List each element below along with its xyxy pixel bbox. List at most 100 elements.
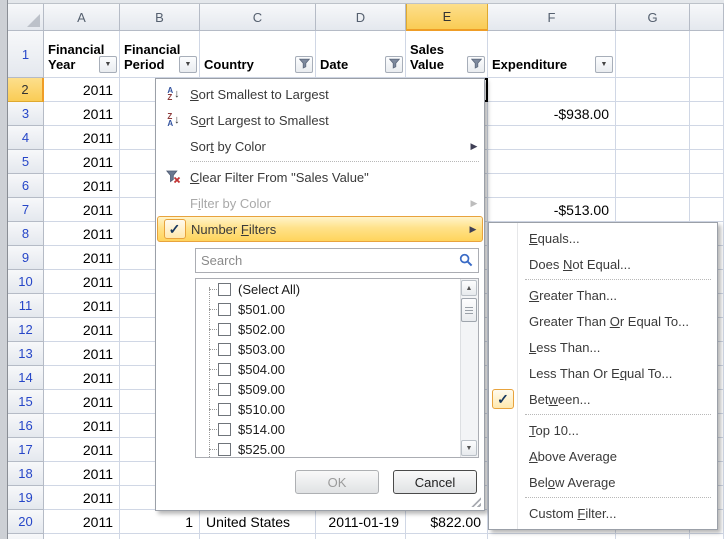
- row-header-9[interactable]: 9: [8, 246, 44, 270]
- cell-A19[interactable]: 2011: [44, 486, 120, 510]
- filter-value-item[interactable]: $514.00: [196, 419, 478, 439]
- filter-value-item[interactable]: $501.00: [196, 299, 478, 319]
- column-header-C[interactable]: C: [200, 4, 316, 31]
- cell-E20[interactable]: $822.00: [406, 510, 488, 534]
- submenu-item-custom-filter[interactable]: Custom Filter...: [489, 500, 717, 526]
- filter-value-item[interactable]: $525.00: [196, 439, 478, 458]
- submenu-item-greater-than[interactable]: Greater Than...: [489, 282, 717, 308]
- cell-A3[interactable]: 2011: [44, 102, 120, 126]
- cell-A7[interactable]: 2011: [44, 198, 120, 222]
- cell-3[interactable]: [690, 102, 724, 126]
- value-checkbox[interactable]: [218, 383, 231, 396]
- row-header-8[interactable]: 8: [8, 222, 44, 246]
- cell-G3[interactable]: [616, 102, 690, 126]
- scroll-down-icon[interactable]: ▼: [461, 440, 477, 456]
- row-header-12[interactable]: 12: [8, 318, 44, 342]
- search-input[interactable]: [195, 248, 479, 273]
- scrollbar-thumb[interactable]: [461, 298, 477, 322]
- cell-7[interactable]: [690, 198, 724, 222]
- submenu-item-greater-than-or-equal-to[interactable]: Greater Than Or Equal To...: [489, 308, 717, 334]
- row-header-5[interactable]: 5: [8, 150, 44, 174]
- filter-dropdown-button[interactable]: ▼: [99, 56, 117, 73]
- row-header-19[interactable]: 19: [8, 486, 44, 510]
- filter-applied-button[interactable]: [295, 56, 313, 73]
- scroll-up-icon[interactable]: ▲: [461, 280, 477, 296]
- row-header-13[interactable]: 13: [8, 342, 44, 366]
- submenu-item-above-average[interactable]: Above Average: [489, 443, 717, 469]
- filter-dropdown-button[interactable]: ▼: [179, 56, 197, 73]
- cell-A9[interactable]: 2011: [44, 246, 120, 270]
- row-header-15[interactable]: 15: [8, 390, 44, 414]
- cell-A11[interactable]: 2011: [44, 294, 120, 318]
- column-header-F[interactable]: F: [488, 4, 616, 31]
- submenu-item-less-than[interactable]: Less Than...: [489, 334, 717, 360]
- cell-A6[interactable]: 2011: [44, 174, 120, 198]
- cell-A17[interactable]: 2011: [44, 438, 120, 462]
- row-header-7[interactable]: 7: [8, 198, 44, 222]
- row-header-14[interactable]: 14: [8, 366, 44, 390]
- cell-A16[interactable]: 2011: [44, 414, 120, 438]
- value-checkbox[interactable]: [218, 343, 231, 356]
- filter-value-item[interactable]: $503.00: [196, 339, 478, 359]
- filter-value-item[interactable]: $504.00: [196, 359, 478, 379]
- submenu-item-top-10[interactable]: Top 10...: [489, 417, 717, 443]
- filter-applied-button[interactable]: [467, 56, 485, 73]
- value-checkbox[interactable]: [218, 363, 231, 376]
- submenu-item-between[interactable]: ✓Between...: [489, 386, 717, 412]
- menu-item-sort-by-color[interactable]: Sort by Color▶: [157, 133, 483, 159]
- cell-G4[interactable]: [616, 126, 690, 150]
- cell-A8[interactable]: 2011: [44, 222, 120, 246]
- filter-applied-button[interactable]: [385, 56, 403, 73]
- menu-item-number-filters[interactable]: ✓Number Filters▶: [157, 216, 483, 242]
- cell-A13[interactable]: 2011: [44, 342, 120, 366]
- cell-F5[interactable]: [488, 150, 616, 174]
- list-scrollbar[interactable]: ▲ ▼: [460, 279, 478, 457]
- row-header-3[interactable]: 3: [8, 102, 44, 126]
- cell-G5[interactable]: [616, 150, 690, 174]
- submenu-item-does-not-equal[interactable]: Does Not Equal...: [489, 251, 717, 277]
- row-header-11[interactable]: 11: [8, 294, 44, 318]
- cell-A18[interactable]: 2011: [44, 462, 120, 486]
- cell-G2[interactable]: [616, 78, 690, 102]
- submenu-item-below-average[interactable]: Below Average: [489, 469, 717, 495]
- column-header-B[interactable]: B: [120, 4, 200, 31]
- row-header-6[interactable]: 6: [8, 174, 44, 198]
- row-header-10[interactable]: 10: [8, 270, 44, 294]
- filter-value-item[interactable]: $509.00: [196, 379, 478, 399]
- cell-5[interactable]: [690, 150, 724, 174]
- row-header-17[interactable]: 17: [8, 438, 44, 462]
- menu-item-filter-by-color[interactable]: Filter by Color▶: [157, 190, 483, 216]
- cell-A14[interactable]: 2011: [44, 366, 120, 390]
- cell-A4[interactable]: 2011: [44, 126, 120, 150]
- cell-B20[interactable]: 1: [120, 510, 200, 534]
- menu-item-sort-largest-to-smallest[interactable]: ZA↓Sort Largest to Smallest: [157, 107, 483, 133]
- cell-F6[interactable]: [488, 174, 616, 198]
- column-header-partial[interactable]: [690, 4, 724, 31]
- cell-4[interactable]: [690, 126, 724, 150]
- cell-F3[interactable]: -$938.00: [488, 102, 616, 126]
- column-header-E[interactable]: E: [406, 4, 488, 31]
- cell-G7[interactable]: [616, 198, 690, 222]
- value-checkbox[interactable]: [218, 283, 231, 296]
- value-checkbox[interactable]: [218, 323, 231, 336]
- cell-A2[interactable]: 2011: [44, 78, 120, 102]
- cell-A5[interactable]: 2011: [44, 150, 120, 174]
- cell-2[interactable]: [690, 78, 724, 102]
- cell-F4[interactable]: [488, 126, 616, 150]
- menu-item-sort-smallest-to-largest[interactable]: AZ↓Sort Smallest to Largest: [157, 81, 483, 107]
- cell-A15[interactable]: 2011: [44, 390, 120, 414]
- row-header-2[interactable]: 2: [8, 78, 44, 102]
- row-header-18[interactable]: 18: [8, 462, 44, 486]
- submenu-item-less-than-or-equal-to[interactable]: Less Than Or Equal To...: [489, 360, 717, 386]
- cell-F2[interactable]: [488, 78, 616, 102]
- value-checkbox[interactable]: [218, 303, 231, 316]
- cancel-button[interactable]: Cancel: [393, 470, 477, 494]
- filter-dropdown-button[interactable]: ▼: [595, 56, 613, 73]
- value-checkbox[interactable]: [218, 423, 231, 436]
- row-header-1[interactable]: 1: [8, 31, 44, 78]
- value-checkbox[interactable]: [218, 443, 231, 456]
- cell-F7[interactable]: -$513.00: [488, 198, 616, 222]
- row-header-21[interactable]: [8, 534, 44, 539]
- row-header-16[interactable]: 16: [8, 414, 44, 438]
- filter-value-item[interactable]: (Select All): [196, 279, 478, 299]
